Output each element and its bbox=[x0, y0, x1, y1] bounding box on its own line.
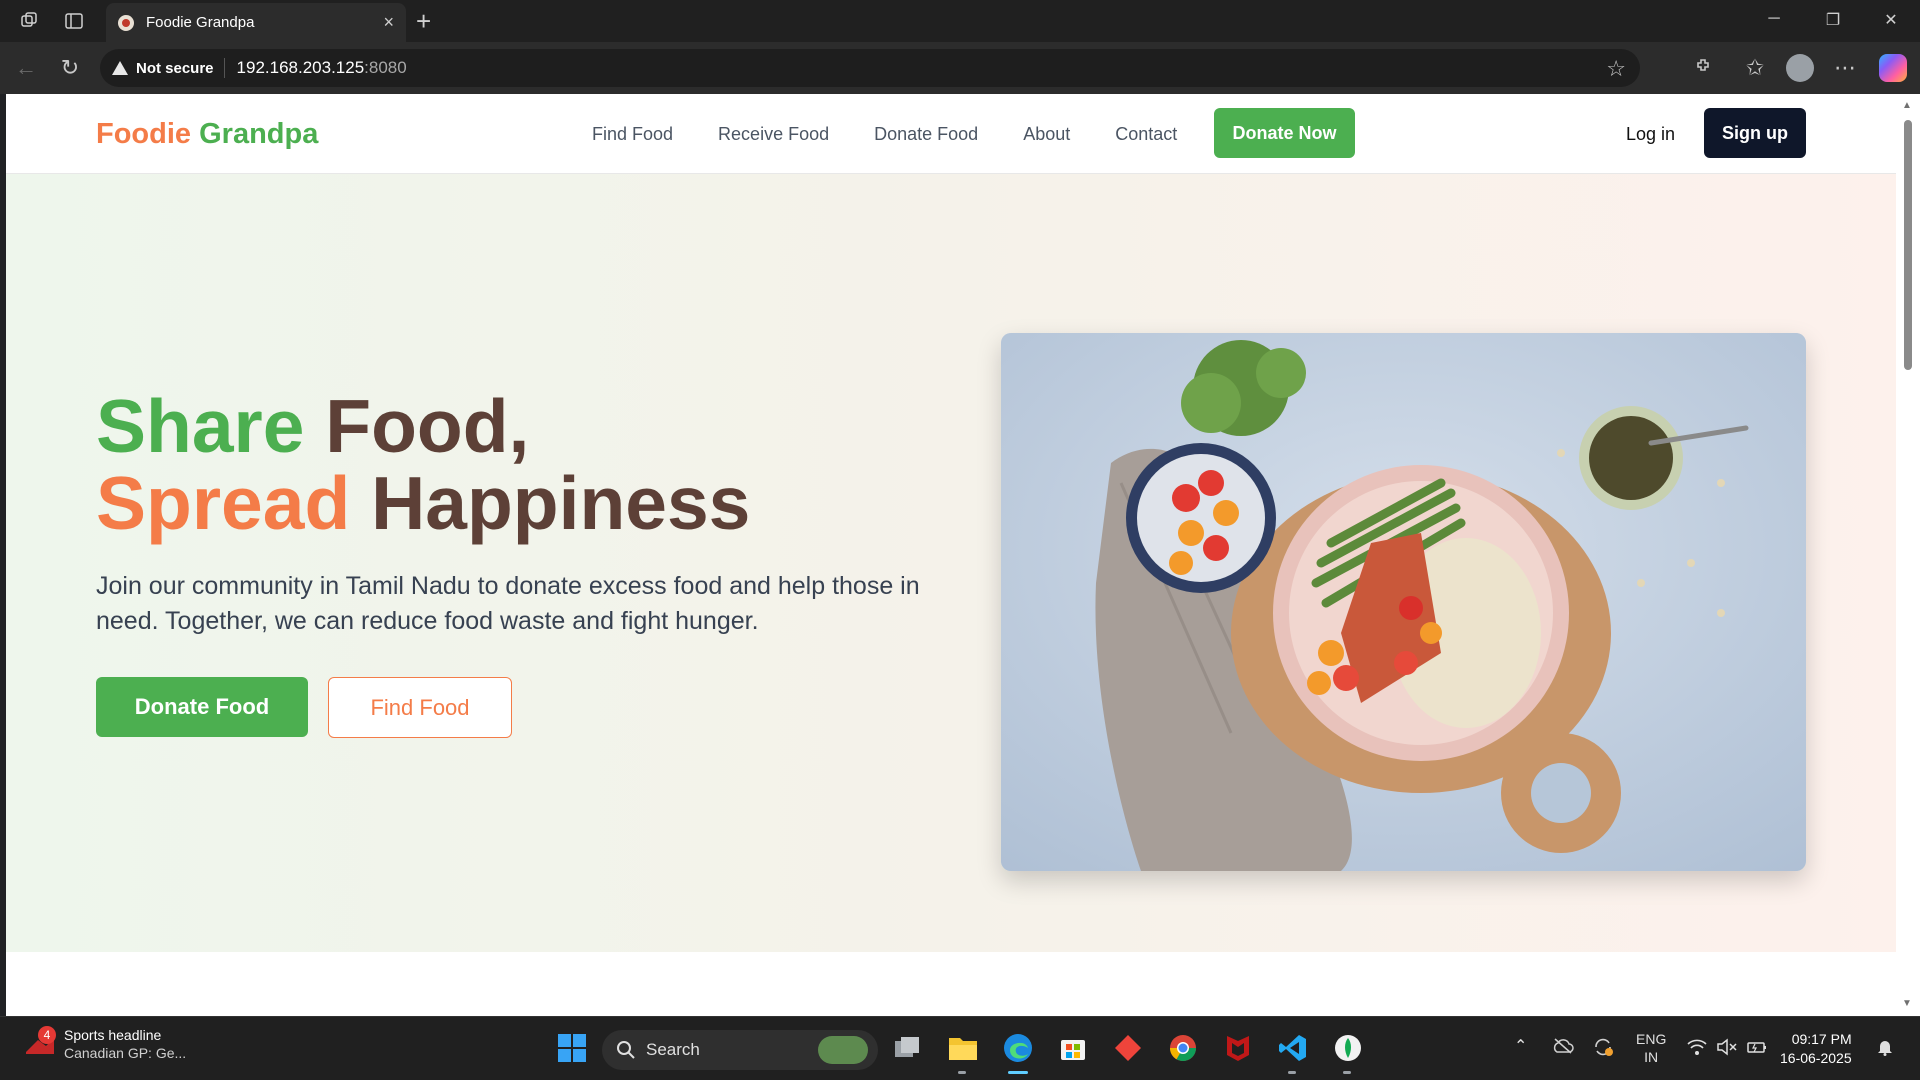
nav-donate-food[interactable]: Donate Food bbox=[874, 124, 978, 145]
donate-food-button[interactable]: Donate Food bbox=[96, 677, 308, 737]
scroll-thumb[interactable] bbox=[1904, 120, 1912, 370]
hero-section: Share Food, Spread Happiness Join our co… bbox=[6, 174, 1896, 952]
file-explorer-icon[interactable] bbox=[945, 1030, 981, 1066]
divider bbox=[223, 58, 225, 78]
favorite-star-icon[interactable]: ☆ bbox=[1606, 56, 1626, 82]
extensions-icon[interactable] bbox=[1690, 54, 1718, 82]
browser-tab-active[interactable]: Foodie Grandpa × bbox=[106, 3, 406, 42]
hero-title-share: Share bbox=[96, 384, 305, 468]
chrome-icon[interactable] bbox=[1165, 1030, 1201, 1066]
logo-part-2: Grandpa bbox=[199, 118, 319, 150]
donate-now-button[interactable]: Donate Now bbox=[1214, 108, 1355, 158]
page-viewport: Foodie Grandpa Find Food Receive Food Do… bbox=[6, 94, 1896, 1016]
browser-tab-bar: Foodie Grandpa × + ─ ❐ ✕ bbox=[0, 0, 1920, 42]
more-options-icon[interactable]: ⋯ bbox=[1831, 54, 1859, 82]
refresh-icon[interactable]: ↻ bbox=[56, 54, 84, 82]
nav-contact[interactable]: Contact bbox=[1115, 124, 1177, 145]
minimize-icon[interactable]: ─ bbox=[1764, 10, 1784, 28]
news-icon: 4 bbox=[24, 1026, 56, 1058]
show-hidden-icons-icon[interactable]: ⌃ bbox=[1514, 1036, 1527, 1056]
mongodb-compass-icon[interactable] bbox=[1330, 1030, 1366, 1066]
wifi-icon[interactable] bbox=[1686, 1038, 1708, 1059]
microsoft-store-icon[interactable] bbox=[1055, 1030, 1091, 1066]
news-widget[interactable]: 4 Sports headline Canadian GP: Ge... bbox=[24, 1026, 187, 1061]
tab-close-icon[interactable]: × bbox=[383, 12, 394, 33]
site-logo[interactable]: Foodie Grandpa bbox=[96, 118, 318, 151]
workspaces-icon[interactable] bbox=[18, 9, 42, 33]
new-tab-icon[interactable]: + bbox=[416, 6, 431, 37]
running-indicator bbox=[1288, 1071, 1296, 1074]
volume-muted-icon[interactable] bbox=[1716, 1038, 1738, 1059]
hero-title-spread: Spread bbox=[96, 461, 351, 545]
language-code: ENG bbox=[1636, 1031, 1667, 1047]
vscode-icon[interactable] bbox=[1275, 1030, 1311, 1066]
site-header: Foodie Grandpa Find Food Receive Food Do… bbox=[6, 94, 1896, 174]
hero-subtitle: Join our community in Tamil Nadu to dona… bbox=[96, 572, 920, 635]
clock-date: 16-06-2025 bbox=[1780, 1050, 1852, 1066]
news-subtitle: Canadian GP: Ge... bbox=[64, 1045, 187, 1061]
search-label: Search bbox=[646, 1040, 700, 1059]
copilot-icon[interactable] bbox=[1879, 54, 1907, 82]
onedrive-icon[interactable] bbox=[1552, 1038, 1574, 1057]
url-port[interactable]: :8080 bbox=[364, 58, 407, 78]
clock-time: 09:17 PM bbox=[1791, 1031, 1852, 1047]
signup-button[interactable]: Sign up bbox=[1704, 108, 1806, 158]
url-host[interactable]: 192.168.203.125 bbox=[237, 58, 365, 78]
main-nav: Find Food Receive Food Donate Food About… bbox=[592, 124, 1177, 145]
news-badge: 4 bbox=[38, 1026, 56, 1044]
nav-receive-food[interactable]: Receive Food bbox=[718, 124, 829, 145]
start-icon[interactable] bbox=[554, 1030, 590, 1066]
sync-icon[interactable] bbox=[1592, 1036, 1614, 1061]
hero-food-image bbox=[1001, 333, 1806, 871]
region-code: IN bbox=[1644, 1049, 1659, 1065]
search-icon bbox=[617, 1041, 635, 1059]
scroll-down-icon[interactable]: ▼ bbox=[1902, 998, 1912, 1009]
active-indicator bbox=[1008, 1071, 1028, 1074]
taskbar-search[interactable]: Search bbox=[602, 1030, 878, 1070]
back-icon[interactable]: ← bbox=[12, 54, 40, 82]
logo-part-1: Foodie bbox=[96, 118, 192, 150]
nav-about[interactable]: About bbox=[1023, 124, 1070, 145]
tab-actions-icon[interactable] bbox=[62, 9, 86, 33]
tab-favicon-icon bbox=[118, 14, 134, 31]
running-indicator bbox=[1343, 1071, 1351, 1074]
address-bar[interactable]: Not secure 192.168.203.125:8080 ☆ bbox=[100, 49, 1640, 87]
tab-title: Foodie Grandpa bbox=[146, 14, 255, 31]
login-link[interactable]: Log in bbox=[1626, 124, 1675, 145]
security-label[interactable]: Not secure bbox=[136, 60, 214, 77]
page-scrollbar[interactable]: ▲ ▼ bbox=[1896, 94, 1920, 1016]
system-clock[interactable]: 09:17 PM 16-06-2025 bbox=[1780, 1030, 1852, 1068]
restore-icon[interactable]: ❐ bbox=[1823, 10, 1843, 30]
favorites-icon[interactable]: ✩ bbox=[1741, 54, 1769, 82]
task-view-icon[interactable] bbox=[890, 1030, 926, 1066]
hero-title-happiness: Happiness bbox=[371, 461, 751, 545]
battery-icon[interactable] bbox=[1746, 1038, 1768, 1059]
language-indicator[interactable]: ENG IN bbox=[1636, 1030, 1666, 1066]
edge-icon[interactable] bbox=[1000, 1030, 1036, 1066]
hero-title-food: Food, bbox=[325, 384, 530, 468]
running-indicator bbox=[958, 1071, 966, 1074]
hero-title: Share Food, Spread Happiness bbox=[96, 388, 750, 542]
news-headline: Sports headline bbox=[64, 1027, 162, 1043]
notifications-icon[interactable] bbox=[1876, 1038, 1894, 1059]
search-highlight-icon bbox=[818, 1036, 868, 1064]
scroll-up-icon[interactable]: ▲ bbox=[1902, 100, 1912, 111]
find-food-button[interactable]: Find Food bbox=[328, 677, 512, 738]
nav-find-food[interactable]: Find Food bbox=[592, 124, 673, 145]
mcafee-icon[interactable] bbox=[1220, 1030, 1256, 1066]
profile-icon[interactable] bbox=[1786, 54, 1814, 82]
anydesk-icon[interactable] bbox=[1110, 1030, 1146, 1066]
warning-icon bbox=[112, 61, 128, 75]
close-window-icon[interactable]: ✕ bbox=[1881, 10, 1901, 30]
